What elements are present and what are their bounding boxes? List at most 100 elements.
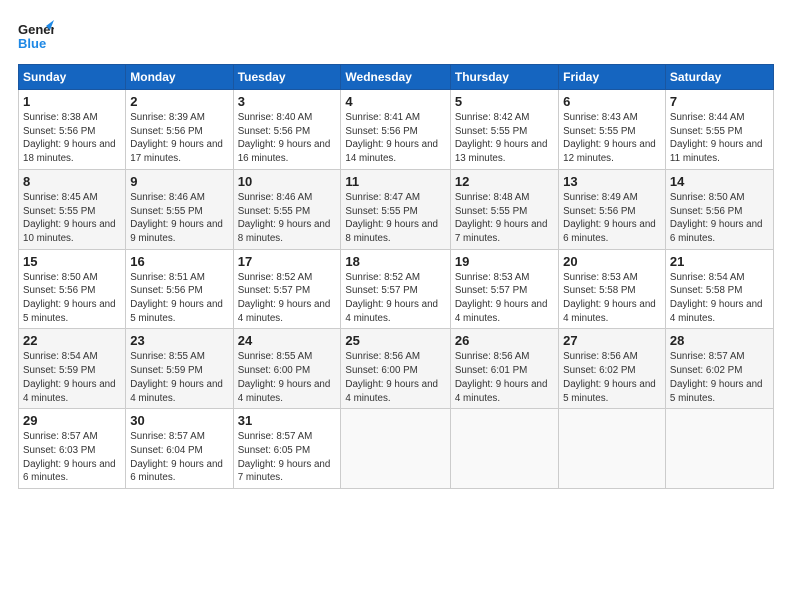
day-info: Sunrise: 8:57 AMSunset: 6:05 PMDaylight:… (238, 430, 337, 485)
day-info: Sunrise: 8:39 AMSunset: 5:56 PMDaylight:… (130, 111, 228, 166)
calendar-cell: 11Sunrise: 8:47 AMSunset: 5:55 PMDayligh… (341, 169, 450, 249)
calendar-cell: 12 Sunrise: 8:48 AMSunset: 5:55 PMDayligh… (450, 169, 558, 249)
day-info: Sunrise: 8:55 AMSunset: 6:00 PMDaylight:… (238, 350, 337, 405)
calendar-cell: 20 Sunrise: 8:53 AMSunset: 5:58 PMDayligh… (559, 249, 666, 329)
calendar-cell: 18 Sunrise: 8:52 AMSunset: 5:57 PMDayligh… (341, 249, 450, 329)
day-info: Sunrise: 8:52 AMSunset: 5:57 PMDaylight:… (238, 271, 337, 326)
day-info: Sunrise: 8:56 AMSunset: 6:02 PMDaylight:… (563, 350, 661, 405)
day-number: 5 (455, 94, 554, 109)
day-info: Sunrise: 8:43 AMSunset: 5:55 PMDaylight:… (563, 111, 661, 166)
day-info: Sunrise: 8:50 AMSunset: 5:56 PMDaylight:… (23, 271, 121, 326)
calendar-cell: 24 Sunrise: 8:55 AMSunset: 6:00 PMDayligh… (233, 329, 341, 409)
day-number: 15 (23, 254, 121, 269)
day-info: Sunrise: 8:46 AMSunset: 5:55 PMDaylight:… (238, 191, 337, 246)
day-number: 7 (670, 94, 769, 109)
day-number: 26 (455, 333, 554, 348)
day-number: 18 (345, 254, 445, 269)
day-number: 22 (23, 333, 121, 348)
day-number: 20 (563, 254, 661, 269)
day-number: 27 (563, 333, 661, 348)
day-number: 2 (130, 94, 228, 109)
day-number: 17 (238, 254, 337, 269)
day-info: Sunrise: 8:54 AMSunset: 5:58 PMDaylight:… (670, 271, 769, 326)
day-info: Sunrise: 8:55 AMSunset: 5:59 PMDaylight:… (130, 350, 228, 405)
day-number: 23 (130, 333, 228, 348)
calendar-week-row: 1 Sunrise: 8:38 AMSunset: 5:56 PMDaylight… (19, 90, 774, 170)
calendar-week-row: 22 Sunrise: 8:54 AMSunset: 5:59 PMDayligh… (19, 329, 774, 409)
calendar-cell: 9 Sunrise: 8:46 AMSunset: 5:55 PMDaylight… (126, 169, 233, 249)
calendar-cell: 5 Sunrise: 8:42 AMSunset: 5:55 PMDaylight… (450, 90, 558, 170)
svg-text:Blue: Blue (18, 36, 46, 51)
calendar-cell: 15 Sunrise: 8:50 AMSunset: 5:56 PMDayligh… (19, 249, 126, 329)
calendar-header-saturday: Saturday (665, 65, 773, 90)
calendar-cell (341, 409, 450, 489)
calendar-cell: 14 Sunrise: 8:50 AMSunset: 5:56 PMDayligh… (665, 169, 773, 249)
day-number: 10 (238, 174, 337, 189)
day-number: 21 (670, 254, 769, 269)
day-number: 6 (563, 94, 661, 109)
day-number: 14 (670, 174, 769, 189)
day-info: Sunrise: 8:46 AMSunset: 5:55 PMDaylight:… (130, 191, 228, 246)
calendar-cell (665, 409, 773, 489)
calendar-cell: 31 Sunrise: 8:57 AMSunset: 6:05 PMDayligh… (233, 409, 341, 489)
day-info: Sunrise: 8:40 AMSunset: 5:56 PMDaylight:… (238, 111, 337, 166)
header: General Blue (18, 18, 774, 54)
day-number: 19 (455, 254, 554, 269)
calendar-week-row: 15 Sunrise: 8:50 AMSunset: 5:56 PMDayligh… (19, 249, 774, 329)
calendar-week-row: 8Sunrise: 8:45 AMSunset: 5:55 PMDaylight… (19, 169, 774, 249)
calendar-cell: 26Sunrise: 8:56 AMSunset: 6:01 PMDayligh… (450, 329, 558, 409)
day-number: 25 (345, 333, 445, 348)
day-info: Sunrise: 8:41 AMSunset: 5:56 PMDaylight:… (345, 111, 445, 166)
day-info: Sunrise: 8:44 AMSunset: 5:55 PMDaylight:… (670, 111, 769, 166)
day-number: 1 (23, 94, 121, 109)
day-number: 31 (238, 413, 337, 428)
calendar-cell: 22 Sunrise: 8:54 AMSunset: 5:59 PMDayligh… (19, 329, 126, 409)
day-number: 3 (238, 94, 337, 109)
day-info: Sunrise: 8:38 AMSunset: 5:56 PMDaylight:… (23, 111, 121, 166)
calendar-cell: 27 Sunrise: 8:56 AMSunset: 6:02 PMDayligh… (559, 329, 666, 409)
day-number: 12 (455, 174, 554, 189)
day-info: Sunrise: 8:53 AMSunset: 5:58 PMDaylight:… (563, 271, 661, 326)
calendar-cell: 6 Sunrise: 8:43 AMSunset: 5:55 PMDaylight… (559, 90, 666, 170)
day-number: 9 (130, 174, 228, 189)
day-info: Sunrise: 8:42 AMSunset: 5:55 PMDaylight:… (455, 111, 554, 166)
day-number: 4 (345, 94, 445, 109)
day-number: 24 (238, 333, 337, 348)
generalblue-logo-icon: General Blue (18, 18, 54, 54)
calendar-cell: 30Sunrise: 8:57 AMSunset: 6:04 PMDayligh… (126, 409, 233, 489)
calendar-cell: 13 Sunrise: 8:49 AMSunset: 5:56 PMDayligh… (559, 169, 666, 249)
calendar-table: SundayMondayTuesdayWednesdayThursdayFrid… (18, 64, 774, 489)
calendar-cell: 29 Sunrise: 8:57 AMSunset: 6:03 PMDayligh… (19, 409, 126, 489)
day-info: Sunrise: 8:52 AMSunset: 5:57 PMDaylight:… (345, 271, 445, 326)
day-info: Sunrise: 8:51 AMSunset: 5:56 PMDaylight:… (130, 271, 228, 326)
day-number: 13 (563, 174, 661, 189)
calendar-cell: 3 Sunrise: 8:40 AMSunset: 5:56 PMDaylight… (233, 90, 341, 170)
logo: General Blue (18, 18, 54, 54)
day-info: Sunrise: 8:48 AMSunset: 5:55 PMDaylight:… (455, 191, 554, 246)
day-number: 28 (670, 333, 769, 348)
calendar-cell: 25Sunrise: 8:56 AMSunset: 6:00 PMDayligh… (341, 329, 450, 409)
day-number: 16 (130, 254, 228, 269)
day-info: Sunrise: 8:57 AMSunset: 6:03 PMDaylight:… (23, 430, 121, 485)
calendar-header-tuesday: Tuesday (233, 65, 341, 90)
day-info: Sunrise: 8:50 AMSunset: 5:56 PMDaylight:… (670, 191, 769, 246)
page: General Blue SundayMondayTuesdayWednesda… (0, 0, 792, 612)
calendar-cell: 28Sunrise: 8:57 AMSunset: 6:02 PMDayligh… (665, 329, 773, 409)
calendar-cell: 10 Sunrise: 8:46 AMSunset: 5:55 PMDayligh… (233, 169, 341, 249)
calendar-week-row: 29 Sunrise: 8:57 AMSunset: 6:03 PMDayligh… (19, 409, 774, 489)
calendar-cell: 21 Sunrise: 8:54 AMSunset: 5:58 PMDayligh… (665, 249, 773, 329)
day-number: 30 (130, 413, 228, 428)
calendar-cell: 1 Sunrise: 8:38 AMSunset: 5:56 PMDaylight… (19, 90, 126, 170)
day-info: Sunrise: 8:49 AMSunset: 5:56 PMDaylight:… (563, 191, 661, 246)
day-number: 8 (23, 174, 121, 189)
day-info: Sunrise: 8:54 AMSunset: 5:59 PMDaylight:… (23, 350, 121, 405)
calendar-header-wednesday: Wednesday (341, 65, 450, 90)
calendar-header-monday: Monday (126, 65, 233, 90)
calendar-cell: 4 Sunrise: 8:41 AMSunset: 5:56 PMDaylight… (341, 90, 450, 170)
calendar-header-friday: Friday (559, 65, 666, 90)
calendar-header-thursday: Thursday (450, 65, 558, 90)
day-number: 29 (23, 413, 121, 428)
day-info: Sunrise: 8:47 AMSunset: 5:55 PMDaylight:… (345, 191, 445, 246)
day-info: Sunrise: 8:53 AMSunset: 5:57 PMDaylight:… (455, 271, 554, 326)
calendar-cell (450, 409, 558, 489)
